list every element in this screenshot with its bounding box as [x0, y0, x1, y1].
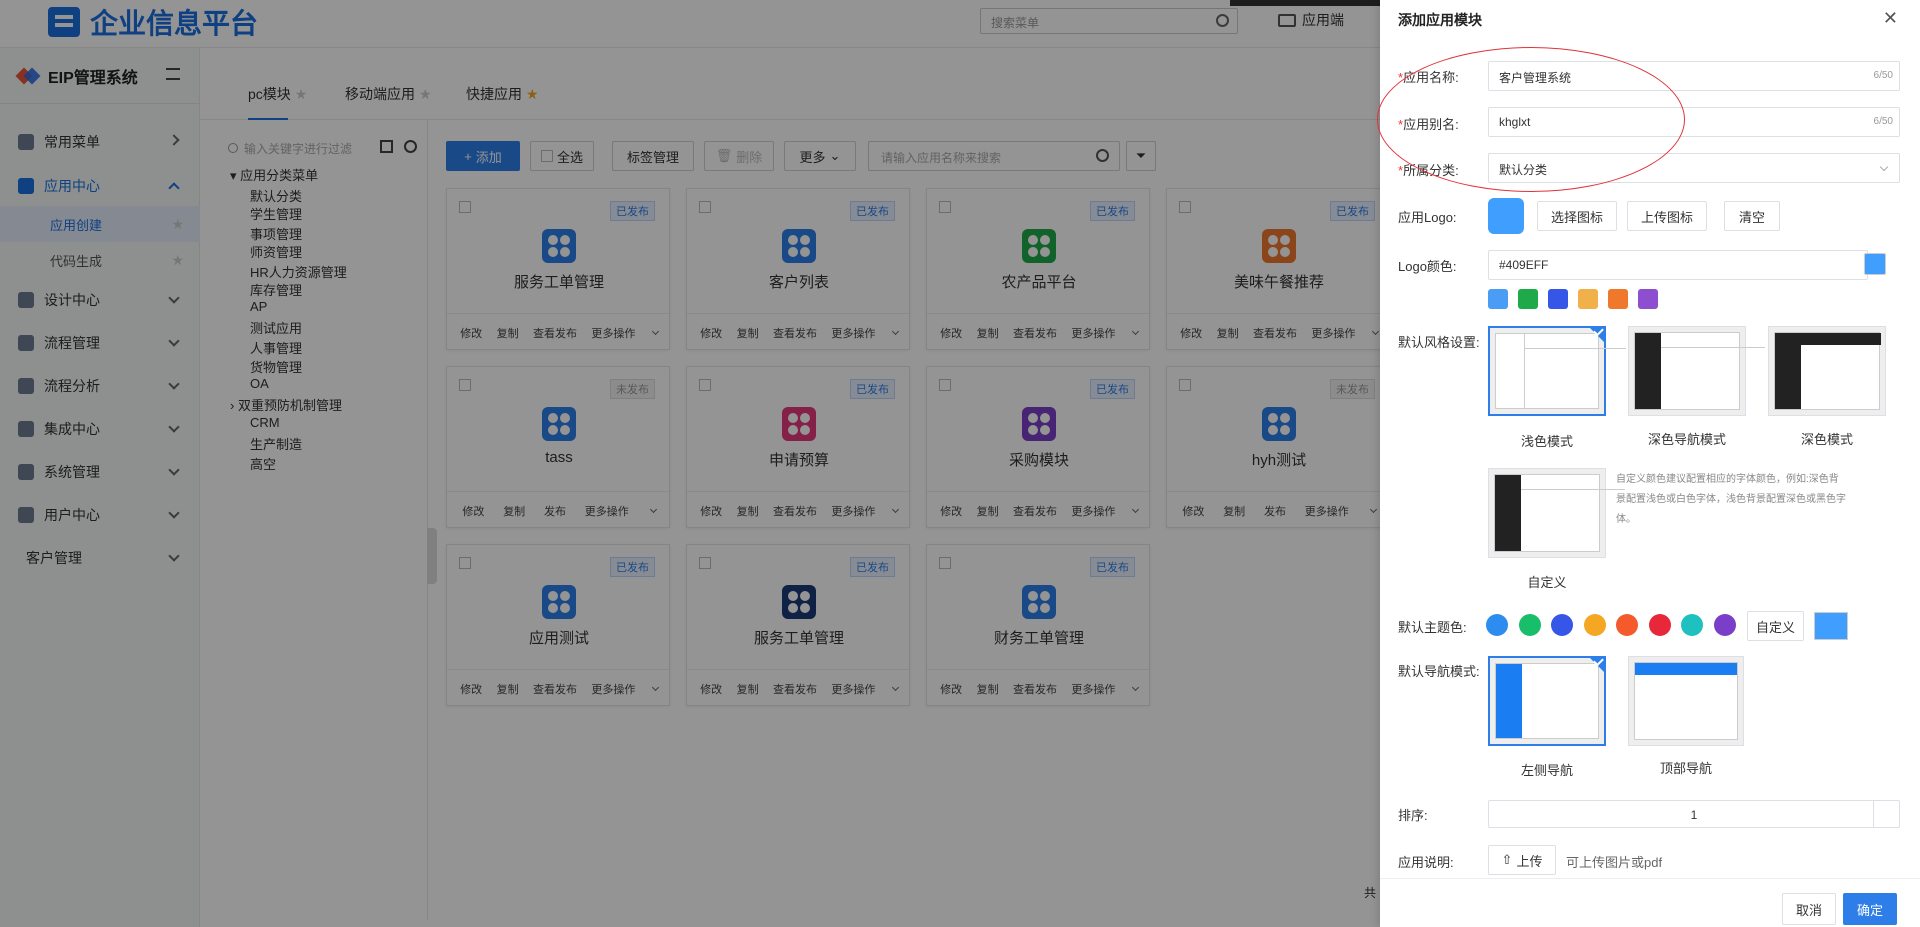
nav-caption: 顶部导航 — [1659, 761, 1712, 776]
theme-color-dot[interactable] — [1486, 614, 1508, 636]
char-count: 6/50 — [1873, 70, 1893, 81]
style-caption: 自定义 — [1527, 575, 1567, 590]
logo-label: 应用Logo: — [1398, 210, 1457, 225]
logo-color-swatch[interactable] — [1518, 289, 1538, 309]
theme-custom-button[interactable]: 自定义 — [1747, 611, 1804, 641]
logo-color-swatch[interactable] — [1608, 289, 1628, 309]
style-caption: 深色模式 — [1800, 432, 1853, 447]
theme-color-dot[interactable] — [1648, 614, 1671, 636]
upload-button[interactable]: ⇧ 上传 — [1488, 845, 1556, 875]
drawer-footer: 取消 确定 — [1380, 878, 1920, 927]
cancel-button[interactable]: 取消 — [1782, 893, 1836, 925]
nav-caption: 左侧导航 — [1520, 763, 1573, 778]
style-caption: 浅色模式 — [1520, 434, 1573, 449]
char-count: 6/50 — [1873, 116, 1893, 127]
nav-label: 默认导航模式: — [1398, 664, 1480, 679]
style-caption: 深色导航模式 — [1647, 432, 1726, 447]
custom-style-note: 自定义颜色建议配置相应的字体颜色，例如:深色背景配置浅色或白色字体，浅色背景配置… — [1616, 474, 1846, 525]
logo-preview-icon — [1488, 198, 1524, 234]
logo-color-swatch[interactable] — [1578, 289, 1598, 309]
theme-color-dot[interactable] — [1551, 614, 1573, 636]
chevron-down-icon — [1879, 162, 1889, 172]
theme-color-dot[interactable] — [1616, 614, 1638, 636]
stepper-arrows-icon[interactable] — [1873, 801, 1899, 827]
clear-logo-button[interactable]: 清空 — [1724, 201, 1780, 231]
theme-label: 默认主题色: — [1398, 620, 1467, 635]
upload-icon-button[interactable]: 上传图标 — [1627, 201, 1707, 231]
theme-color-dot[interactable] — [1583, 614, 1606, 636]
theme-color-dot[interactable] — [1681, 614, 1703, 636]
logo-color-swatch[interactable] — [1488, 289, 1508, 309]
annotation-ellipse — [1377, 47, 1685, 192]
order-stepper[interactable]: 1 — [1488, 800, 1900, 828]
nav-left-option[interactable] — [1488, 656, 1606, 746]
upload-icon: ⇧ — [1501, 852, 1513, 867]
upload-label: 上传 — [1516, 853, 1543, 869]
logo-color-swatch[interactable] — [1638, 289, 1658, 309]
logo-color-swatch[interactable] — [1548, 289, 1568, 309]
drawer-title: 添加应用模块 — [1398, 12, 1482, 28]
logo-color-input[interactable]: #409EFF — [1488, 250, 1868, 280]
check-icon — [1588, 656, 1606, 674]
choose-icon-button[interactable]: 选择图标 — [1537, 201, 1617, 231]
modal-overlay[interactable] — [0, 0, 1380, 927]
theme-color-picker[interactable] — [1814, 612, 1848, 640]
theme-color-dot[interactable] — [1713, 614, 1736, 636]
check-icon — [1588, 326, 1606, 344]
color-picker-button[interactable] — [1864, 253, 1886, 275]
style-dark-nav-option[interactable] — [1628, 326, 1765, 416]
style-dark-option[interactable] — [1768, 326, 1886, 416]
upload-hint: 可上传图片或pdf — [1566, 855, 1663, 870]
logo-color-label: Logo颜色: — [1398, 259, 1457, 274]
theme-color-dot[interactable] — [1518, 614, 1541, 636]
stepper-value: 1 — [1690, 808, 1698, 822]
desc-label: 应用说明: — [1398, 855, 1454, 870]
close-icon[interactable]: ✕ — [1883, 8, 1898, 29]
style-light-option[interactable] — [1488, 326, 1626, 416]
nav-top-option[interactable] — [1628, 656, 1744, 746]
order-label: 排序: — [1398, 808, 1428, 823]
style-custom-option[interactable] — [1488, 468, 1625, 558]
confirm-button[interactable]: 确定 — [1843, 893, 1897, 925]
input-value: #409EFF — [1499, 258, 1549, 272]
style-label: 默认风格设置: — [1398, 335, 1480, 350]
